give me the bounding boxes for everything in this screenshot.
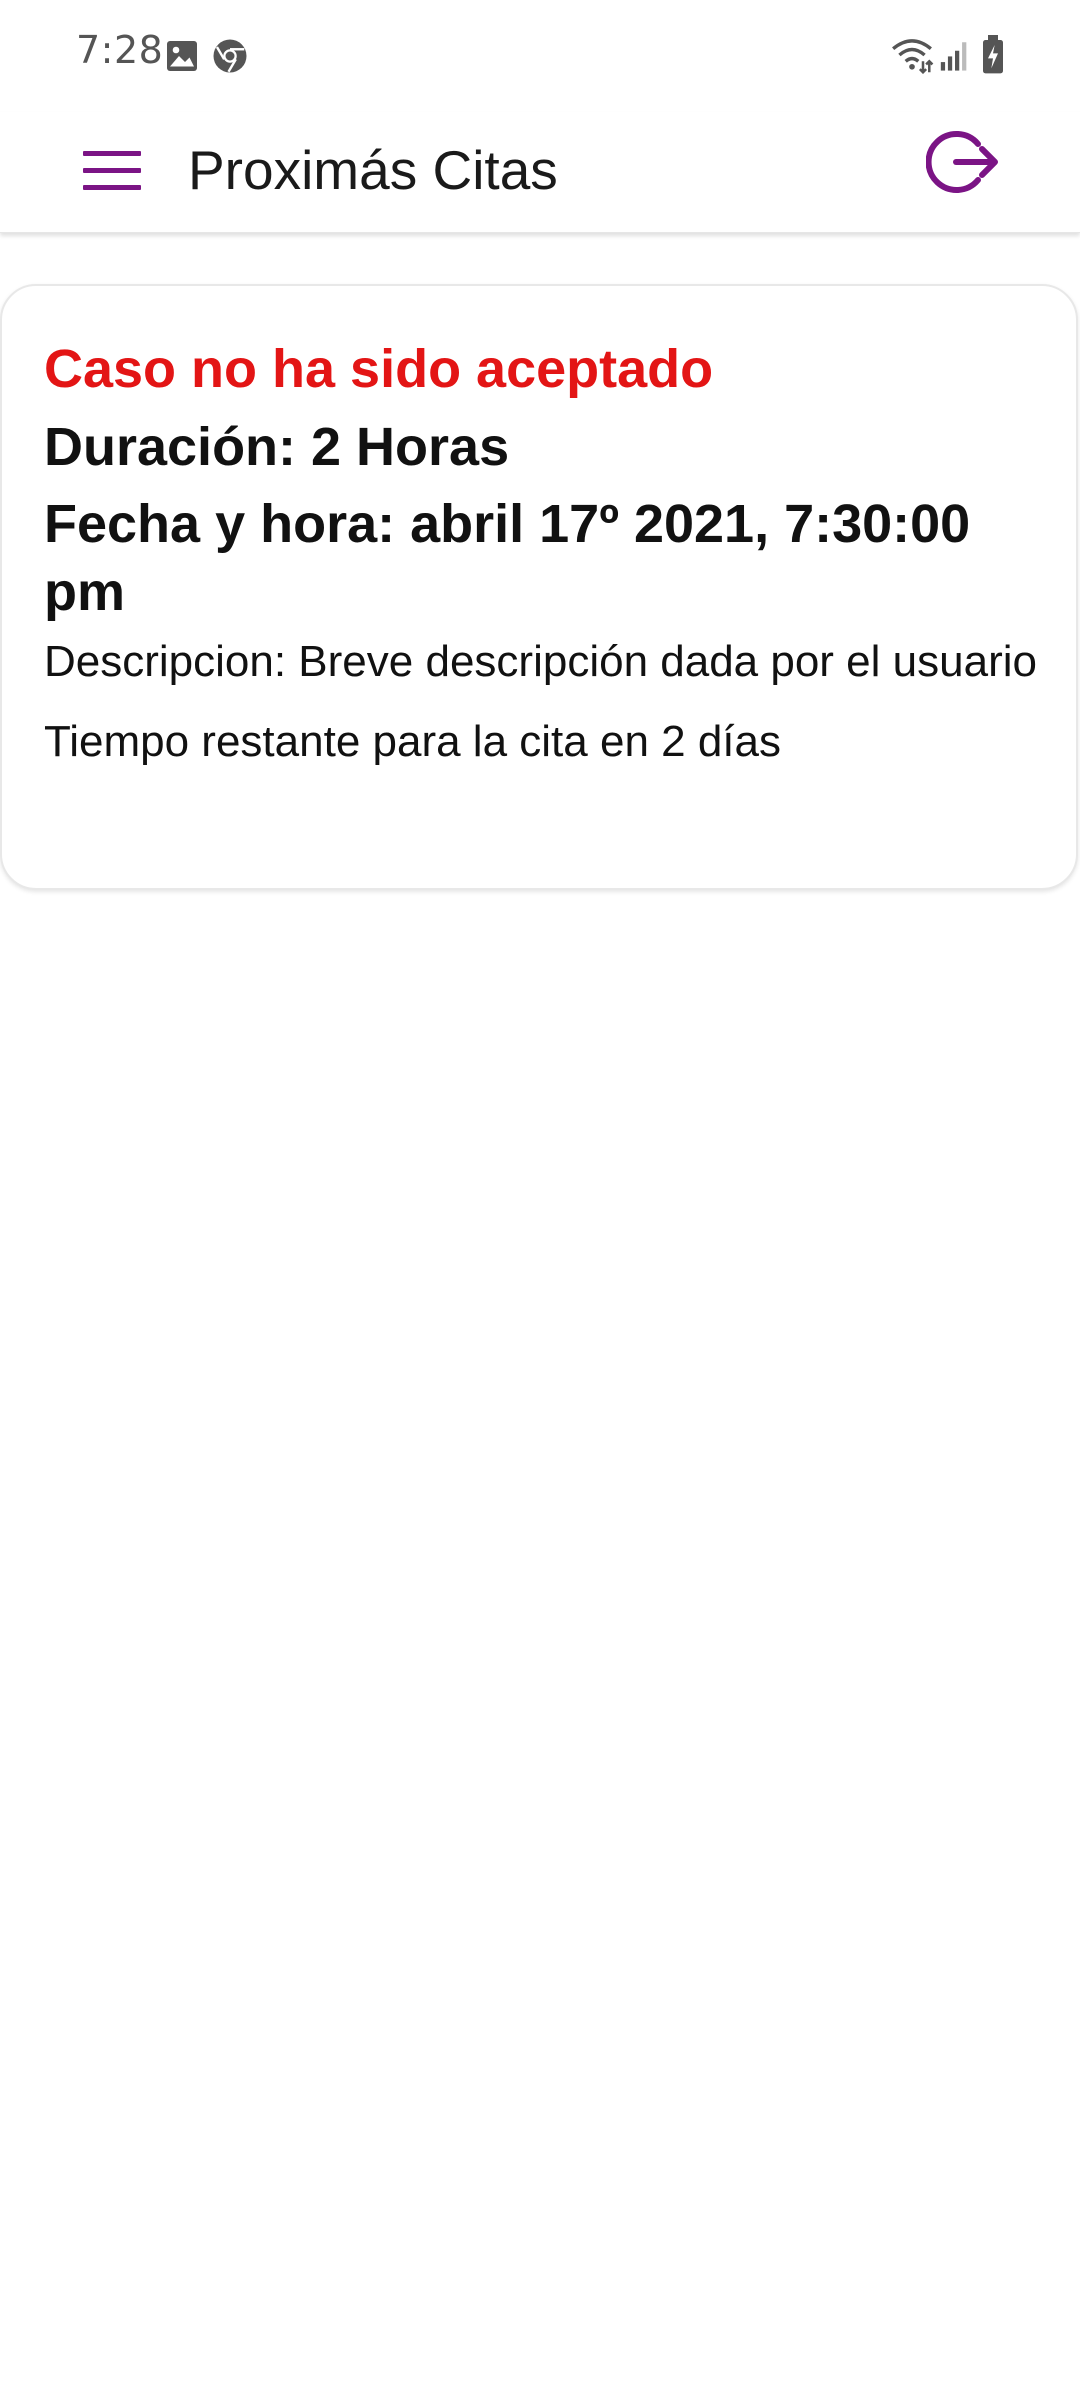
wifi-icon (892, 39, 934, 74)
logout-button[interactable] (925, 124, 1002, 200)
hamburger-menu-icon (83, 151, 141, 190)
signal-icon (940, 42, 967, 71)
page-title: Proximás Citas (188, 139, 558, 201)
status-bar: 7:28 (0, 0, 1080, 112)
logout-icon (925, 131, 998, 193)
gallery-icon (167, 41, 197, 71)
appointment-card-content: Caso no ha sido aceptado Duración: 2 Hor… (44, 334, 1044, 770)
case-status: Caso no ha sido aceptado (44, 339, 714, 399)
status-time: 7:28 (76, 28, 164, 72)
app-bar: Proximás Citas (0, 112, 1080, 233)
appointment-card[interactable]: Caso no ha sido aceptado Duración: 2 Hor… (0, 284, 1078, 890)
menu-button[interactable] (80, 138, 146, 204)
appointment-duration: Duración: 2 Horas (44, 417, 510, 477)
chrome-icon (213, 39, 247, 73)
appointment-description: Descripcion: Breve descripción dada por … (44, 637, 1037, 686)
appointment-datetime: Fecha y hora: abril 17º 2021, 7:30:00 pm (44, 494, 971, 622)
appointment-remaining-time: Tiempo restante para la cita en 2 días (44, 717, 781, 766)
battery-charging-icon (983, 35, 1003, 74)
